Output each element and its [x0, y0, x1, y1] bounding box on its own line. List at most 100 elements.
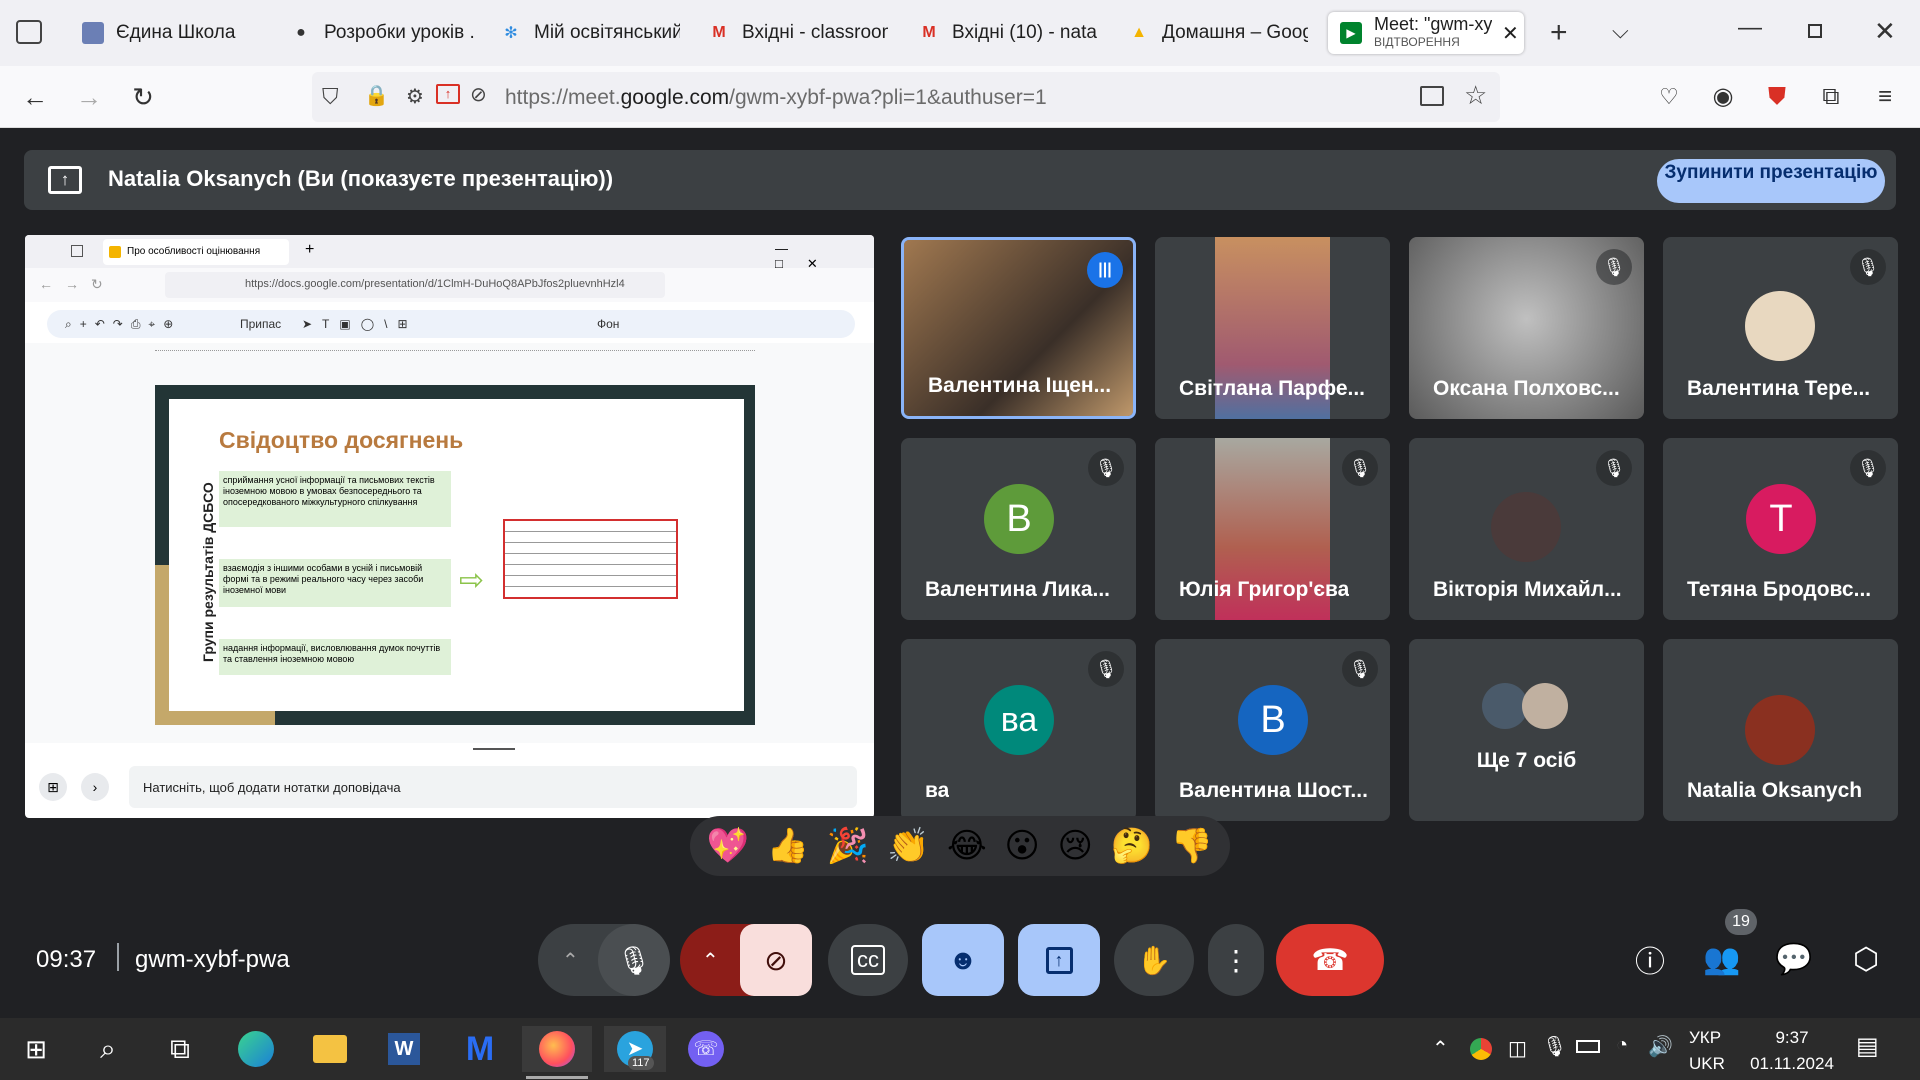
tab-label: Мій освітянський	[534, 22, 680, 43]
reload-icon[interactable]: ↻	[128, 82, 158, 112]
tab-google-drive[interactable]: ▲ Домашня – Googl	[1128, 12, 1308, 54]
permissions-icon[interactable]: ⚙	[406, 84, 424, 109]
participant-tile[interactable]: ||| Валентина Іщен...	[901, 237, 1136, 419]
slides-background-label: Фон	[597, 317, 620, 331]
crying-face-icon[interactable]: 😢	[1058, 829, 1093, 863]
self-tile[interactable]: Natalia Oksanych	[1663, 639, 1898, 821]
shield-icon[interactable]: ⛉	[322, 84, 339, 110]
new-tab-icon[interactable]: +	[1550, 16, 1568, 50]
restore-icon[interactable]	[1808, 24, 1822, 38]
chat-icon[interactable]: 💬	[1768, 933, 1820, 985]
mic-button[interactable]: 🎙	[598, 924, 670, 996]
reactions-button[interactable]: ☻	[922, 924, 1004, 996]
camera-off-button[interactable]: ⊘	[740, 924, 812, 996]
tab-rozrobky[interactable]: ● Розробки уроків ...	[290, 12, 475, 54]
participant-tile[interactable]: 🎙 Валентина Тере...	[1663, 237, 1898, 419]
tab-gmail-classroom[interactable]: M Вхідні - classroom	[708, 12, 888, 54]
tab-meet[interactable]: ▶ Meet: "gwm-xy ВІДТВОРЕННЯ ✕	[1328, 12, 1524, 54]
clock-time[interactable]: 9:37	[1742, 1028, 1842, 1048]
more-participants-tile[interactable]: Ще 7 осіб	[1409, 639, 1644, 821]
windows-taskbar: ⊞ ⌕ ⧉ W M ➤ 117 ☏ ⌃ ◫ 🎙 ◔ 🔊 УКР UKR 9:37…	[0, 1018, 1920, 1080]
wifi-icon[interactable]: ◔	[1616, 1034, 1628, 1057]
sparkling-heart-icon[interactable]: 💖	[707, 829, 749, 863]
bookmark-star-icon[interactable]: ☆	[1464, 80, 1487, 111]
activities-icon[interactable]: ⬡	[1840, 933, 1892, 985]
file-explorer-icon[interactable]	[302, 1026, 358, 1072]
viber-icon[interactable]: ☏	[678, 1026, 734, 1072]
meeting-info-icon[interactable]: ⓘ	[1624, 933, 1676, 985]
lock-icon[interactable]: 🔒	[364, 83, 389, 108]
screen-share-icon[interactable]: ↑	[436, 84, 460, 104]
malwarebytes-icon[interactable]: M	[452, 1026, 508, 1072]
mic-tray-icon[interactable]: 🎙	[1542, 1034, 1567, 1059]
more-options-button[interactable]: ⋮	[1208, 924, 1264, 996]
close-window-icon[interactable]: ✕	[1874, 16, 1896, 47]
presenting-banner: ↑ Natalia Oksanych (Ви (показуєте презен…	[24, 150, 1896, 210]
camera-blocked-icon[interactable]: ⊘	[470, 82, 487, 107]
clapping-hands-icon[interactable]: 👏	[887, 829, 929, 863]
party-popper-icon[interactable]: 🎉	[827, 829, 869, 863]
extensions-icon[interactable]: ⧉	[1816, 82, 1846, 112]
tray-chevron-icon[interactable]: ⌃	[1432, 1036, 1449, 1061]
task-view-icon[interactable]: ⧉	[152, 1026, 208, 1072]
tab-audio-label: ВІДТВОРЕННЯ	[1374, 35, 1460, 49]
participant-tile[interactable]: 🎙 Т Тетяна Бродовс...	[1663, 438, 1898, 620]
windows-start-icon[interactable]: ⊞	[8, 1026, 64, 1072]
captions-icon: cc	[851, 945, 885, 975]
captions-button[interactable]: cc	[828, 924, 908, 996]
chrome-tray-icon[interactable]	[1470, 1038, 1492, 1060]
account-icon[interactable]: ◉	[1708, 82, 1738, 112]
people-icon[interactable]: 👥	[1696, 933, 1748, 985]
shared-url: https://docs.google.com/presentation/d/1…	[165, 272, 665, 298]
laughing-face-icon[interactable]: 😂	[947, 829, 987, 863]
notifications-icon[interactable]: ▤	[1856, 1032, 1879, 1061]
battery-icon[interactable]	[1576, 1040, 1600, 1053]
back-icon[interactable]: ←	[20, 82, 50, 112]
forward-icon[interactable]: →	[74, 82, 104, 112]
participant-tile[interactable]: 🎙 Вікторія Михайл...	[1409, 438, 1644, 620]
thinking-face-icon[interactable]: 🤔	[1111, 829, 1153, 863]
participant-tile[interactable]: 🎙 Оксана Полховс...	[1409, 237, 1644, 419]
pocket-icon[interactable]: ♡	[1654, 82, 1684, 112]
tab-edyna-shkola[interactable]: Єдина Школа	[82, 12, 272, 54]
avatar	[1745, 291, 1815, 361]
firefox-icon[interactable]	[522, 1026, 592, 1072]
volume-icon[interactable]: 🔊	[1648, 1034, 1673, 1059]
leave-call-button[interactable]: ☎	[1276, 924, 1384, 996]
tab-osvitianskyi[interactable]: ✻ Мій освітянський	[500, 12, 680, 54]
slide-scroll-indicator	[473, 748, 515, 750]
participant-tile[interactable]: Світлана Парфе...	[1155, 237, 1390, 419]
participant-name: Оксана Полховс...	[1433, 377, 1620, 400]
slides-toolbar: ⌕+↶↷⎙⌖⊕ Припас ➤T▣◯\⊞ Фон	[47, 310, 855, 338]
address-bar[interactable]: ⛉ 🔒 ⚙ ↑ ⊘ https://meet.google.com/gwm-xy…	[312, 72, 1500, 122]
thumbs-down-icon[interactable]: 👎	[1171, 829, 1213, 863]
avatar	[1745, 695, 1815, 765]
word-icon[interactable]: W	[376, 1026, 432, 1072]
minimize-icon[interactable]: —	[1738, 14, 1762, 42]
participant-name: Юлія Григор'єва	[1179, 578, 1350, 601]
language-bottom[interactable]: UKR	[1689, 1054, 1725, 1074]
pip-icon[interactable]	[1420, 86, 1444, 106]
camera-tray-icon[interactable]: ◫	[1508, 1036, 1527, 1061]
tab-overview-icon[interactable]	[16, 20, 42, 44]
participant-tile[interactable]: 🎙 ва ва	[901, 639, 1136, 821]
clock-date[interactable]: 01.11.2024	[1742, 1054, 1842, 1074]
participant-tile[interactable]: 🎙 В Валентина Шост...	[1155, 639, 1390, 821]
close-tab-icon[interactable]: ✕	[1502, 21, 1519, 46]
tab-list-chevron-icon[interactable]: ⌵	[1612, 18, 1629, 44]
stop-presenting-button[interactable]: Зупинити презентацію	[1657, 159, 1885, 203]
present-button[interactable]: ↑	[1018, 924, 1100, 996]
edge-icon[interactable]	[228, 1026, 284, 1072]
participant-tile[interactable]: 🎙 В Валентина Лика...	[901, 438, 1136, 620]
participant-tile[interactable]: 🎙 Юлія Григор'єва	[1155, 438, 1390, 620]
thumbs-up-icon[interactable]: 👍	[767, 829, 809, 863]
url-text: https://meet.google.com/gwm-xybf-pwa?pli…	[505, 86, 1047, 110]
slides-icon	[109, 246, 121, 258]
search-icon[interactable]: ⌕	[80, 1026, 136, 1072]
adblock-shield-icon[interactable]: ⛊	[1762, 82, 1792, 112]
menu-icon[interactable]: ≡	[1870, 82, 1900, 112]
language-top[interactable]: УКР	[1689, 1028, 1721, 1048]
surprised-face-icon[interactable]: 😮	[1004, 829, 1039, 863]
raise-hand-button[interactable]: ✋	[1114, 924, 1194, 996]
tab-gmail-natali[interactable]: M Вхідні (10) - natali	[918, 12, 1098, 54]
